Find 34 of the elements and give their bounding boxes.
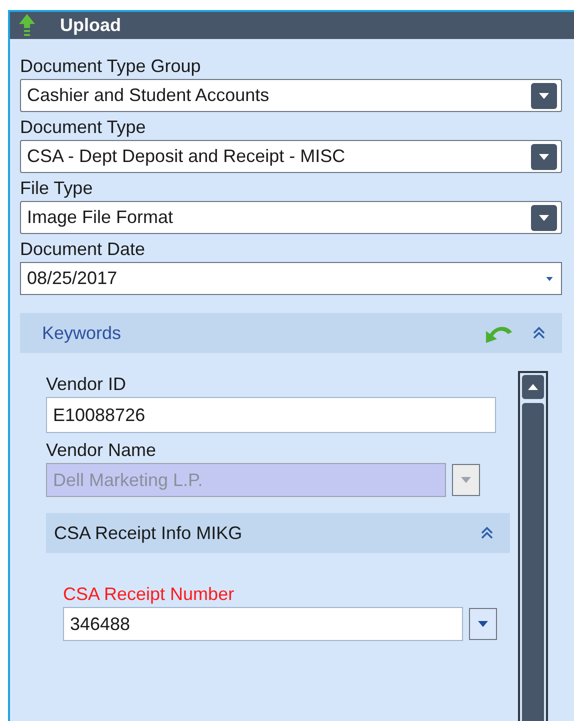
field-label: CSA Receipt Number: [63, 583, 236, 606]
dropdown-button[interactable]: [531, 82, 557, 108]
dropdown-field[interactable]: CSA - Dept Deposit and Receipt - MISC: [20, 140, 562, 173]
field-label: Document Type: [20, 116, 147, 139]
scroll-up-button[interactable]: [522, 375, 544, 399]
dropdown-field[interactable]: Image File Format: [20, 201, 562, 234]
dropdown-button[interactable]: [452, 464, 480, 496]
up-arrow-icon: [528, 384, 538, 390]
scroll-thumb[interactable]: [522, 403, 544, 721]
field-label: Vendor Name: [46, 439, 158, 462]
date-field[interactable]: 08/25/2017: [20, 262, 562, 295]
scrollbar[interactable]: [518, 371, 548, 721]
field-label: Document Date: [20, 238, 146, 261]
caret-icon: [539, 92, 549, 98]
section-header[interactable]: Keywords: [20, 313, 562, 353]
caret-icon: [539, 154, 549, 160]
field-label: File Type: [20, 177, 94, 200]
caret-icon: [461, 477, 471, 483]
dropdown-button[interactable]: [531, 204, 557, 230]
caret-icon: [478, 621, 488, 627]
section-header[interactable]: CSA Receipt Info MIKG: [46, 513, 510, 553]
dropdown-field[interactable]: Cashier and Student Accounts: [20, 79, 562, 112]
caret-icon: [539, 214, 549, 220]
collapse-icon[interactable]: [532, 326, 546, 340]
collapse-icon[interactable]: [480, 526, 494, 540]
upload-arrow-icon: [18, 12, 36, 38]
panel-title: Upload: [60, 14, 121, 37]
field-label: Document Type Group: [20, 55, 202, 78]
text-field[interactable]: E10088726: [46, 397, 496, 433]
dropdown-button[interactable]: [531, 144, 557, 170]
combo-field[interactable]: 346488: [63, 607, 463, 641]
caret-icon[interactable]: [546, 276, 553, 280]
dropdown-button[interactable]: [469, 608, 497, 640]
field-label: Vendor ID: [46, 373, 128, 396]
